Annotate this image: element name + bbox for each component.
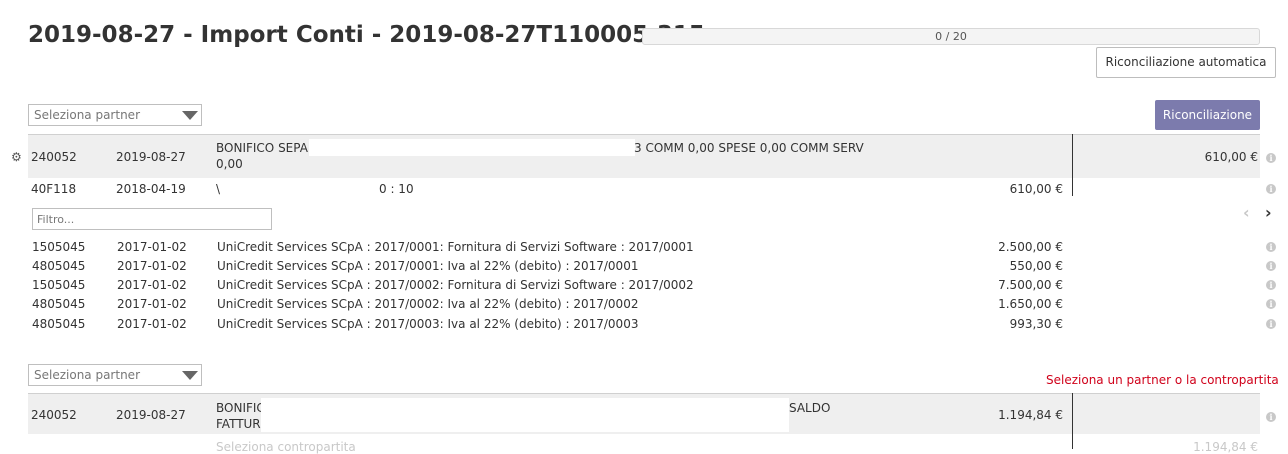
caret-down-icon (182, 371, 198, 380)
auto-reconcile-button[interactable]: Riconciliazione automatica (1096, 47, 1276, 78)
counterpart-placeholder[interactable]: Seleziona contropartita (216, 440, 356, 454)
counterpart-amount: 1.194,84 € (1193, 440, 1258, 454)
move-description: UniCredit Services SCpA : 2017/0002: For… (217, 278, 694, 292)
move-line-row[interactable]: 4805045 2017-01-02 UniCredit Services SC… (0, 259, 1288, 278)
info-icon[interactable]: i (1266, 319, 1276, 329)
move-line-row[interactable]: 1505045 2017-01-02 UniCredit Services SC… (0, 278, 1288, 297)
statement-date: 2019-08-27 (116, 408, 186, 422)
partner-select[interactable]: Seleziona partner (28, 104, 202, 126)
move-description: UniCredit Services SCpA : 2017/0001: Iva… (217, 259, 639, 273)
move-amount: 7.500,00 € (998, 278, 1063, 292)
statement-amount: 610,00 € (1204, 150, 1258, 164)
move-line-row[interactable]: 1505045 2017-01-02 UniCredit Services SC… (0, 240, 1288, 259)
info-icon[interactable]: i (1266, 412, 1276, 422)
partner-select[interactable]: Seleziona partner (28, 364, 202, 386)
info-icon[interactable]: i (1266, 299, 1276, 309)
proposed-amount: 610,00 € (1009, 182, 1063, 196)
filter-input[interactable]: Filtro... (32, 208, 272, 230)
move-account: 4805045 (32, 297, 86, 311)
info-icon[interactable]: i (1266, 184, 1276, 194)
reconcile-button[interactable]: Riconciliazione (1155, 100, 1260, 130)
column-divider (1072, 134, 1073, 196)
move-account: 4805045 (32, 259, 86, 273)
partner-warning: Seleziona un partner o la contropartita (1046, 373, 1279, 387)
move-line-row[interactable]: 4805045 2017-01-02 UniCredit Services SC… (0, 317, 1288, 336)
statement-description: BONIFIC (216, 401, 265, 415)
statement-account: 240052 (31, 150, 77, 164)
statement-date: 2019-08-27 (116, 150, 186, 164)
move-amount: 1.650,00 € (998, 297, 1063, 311)
move-amount: 993,30 € (1009, 317, 1063, 331)
statement-account: 240052 (31, 408, 77, 422)
partner-select-placeholder: Seleziona partner (34, 108, 140, 122)
move-date: 2017-01-02 (117, 317, 187, 331)
move-date: 2017-01-02 (117, 240, 187, 254)
chevron-right-icon[interactable]: › (1265, 203, 1272, 222)
progress-text: 0 / 20 (935, 30, 967, 43)
info-icon[interactable]: i (1266, 153, 1276, 163)
move-description: UniCredit Services SCpA : 2017/0001: For… (217, 240, 694, 254)
reconciliation-progress-bar: 0 / 20 (642, 28, 1260, 45)
proposed-description-cont: 0 : 10 (379, 182, 414, 196)
statement-description-line2: 0,00 (216, 157, 243, 171)
move-amount: 2.500,00 € (998, 240, 1063, 254)
redacted-area (261, 398, 789, 432)
move-description: UniCredit Services SCpA : 2017/0003: Iva… (217, 317, 639, 331)
statement-description-cont: SALDO (789, 401, 831, 415)
info-icon[interactable]: i (1266, 242, 1276, 252)
statement-description-cont: 3 COMM 0,00 SPESE 0,00 COMM SERV (634, 141, 864, 155)
statement-amount: 1.194,84 € (998, 408, 1063, 422)
column-divider (1072, 393, 1073, 449)
statement-description: BONIFICO SEPA (216, 141, 308, 155)
caret-down-icon (182, 111, 198, 120)
proposed-account: 40F118 (31, 182, 77, 196)
move-date: 2017-01-02 (117, 259, 187, 273)
info-icon[interactable]: i (1266, 280, 1276, 290)
move-account: 4805045 (32, 317, 86, 331)
move-date: 2017-01-02 (117, 297, 187, 311)
info-icon[interactable]: i (1266, 261, 1276, 271)
filter-placeholder: Filtro... (37, 213, 75, 226)
proposed-description: \ (216, 182, 221, 196)
move-account: 1505045 (32, 278, 86, 292)
move-description: UniCredit Services SCpA : 2017/0002: Iva… (217, 297, 639, 311)
chevron-left-icon[interactable]: ‹ (1243, 203, 1250, 222)
proposed-date: 2018-04-19 (116, 182, 186, 196)
move-line-row[interactable]: 4805045 2017-01-02 UniCredit Services SC… (0, 297, 1288, 316)
page-title: 2019-08-27 - Import Conti - 2019-08-27T1… (28, 22, 705, 48)
redacted-area (309, 139, 635, 156)
partner-select-placeholder: Seleziona partner (34, 368, 140, 382)
move-account: 1505045 (32, 240, 86, 254)
gear-icon[interactable]: ⚙ (11, 150, 22, 164)
move-amount: 550,00 € (1009, 259, 1063, 273)
move-date: 2017-01-02 (117, 278, 187, 292)
statement-description-line2: FATTUR (216, 417, 261, 431)
